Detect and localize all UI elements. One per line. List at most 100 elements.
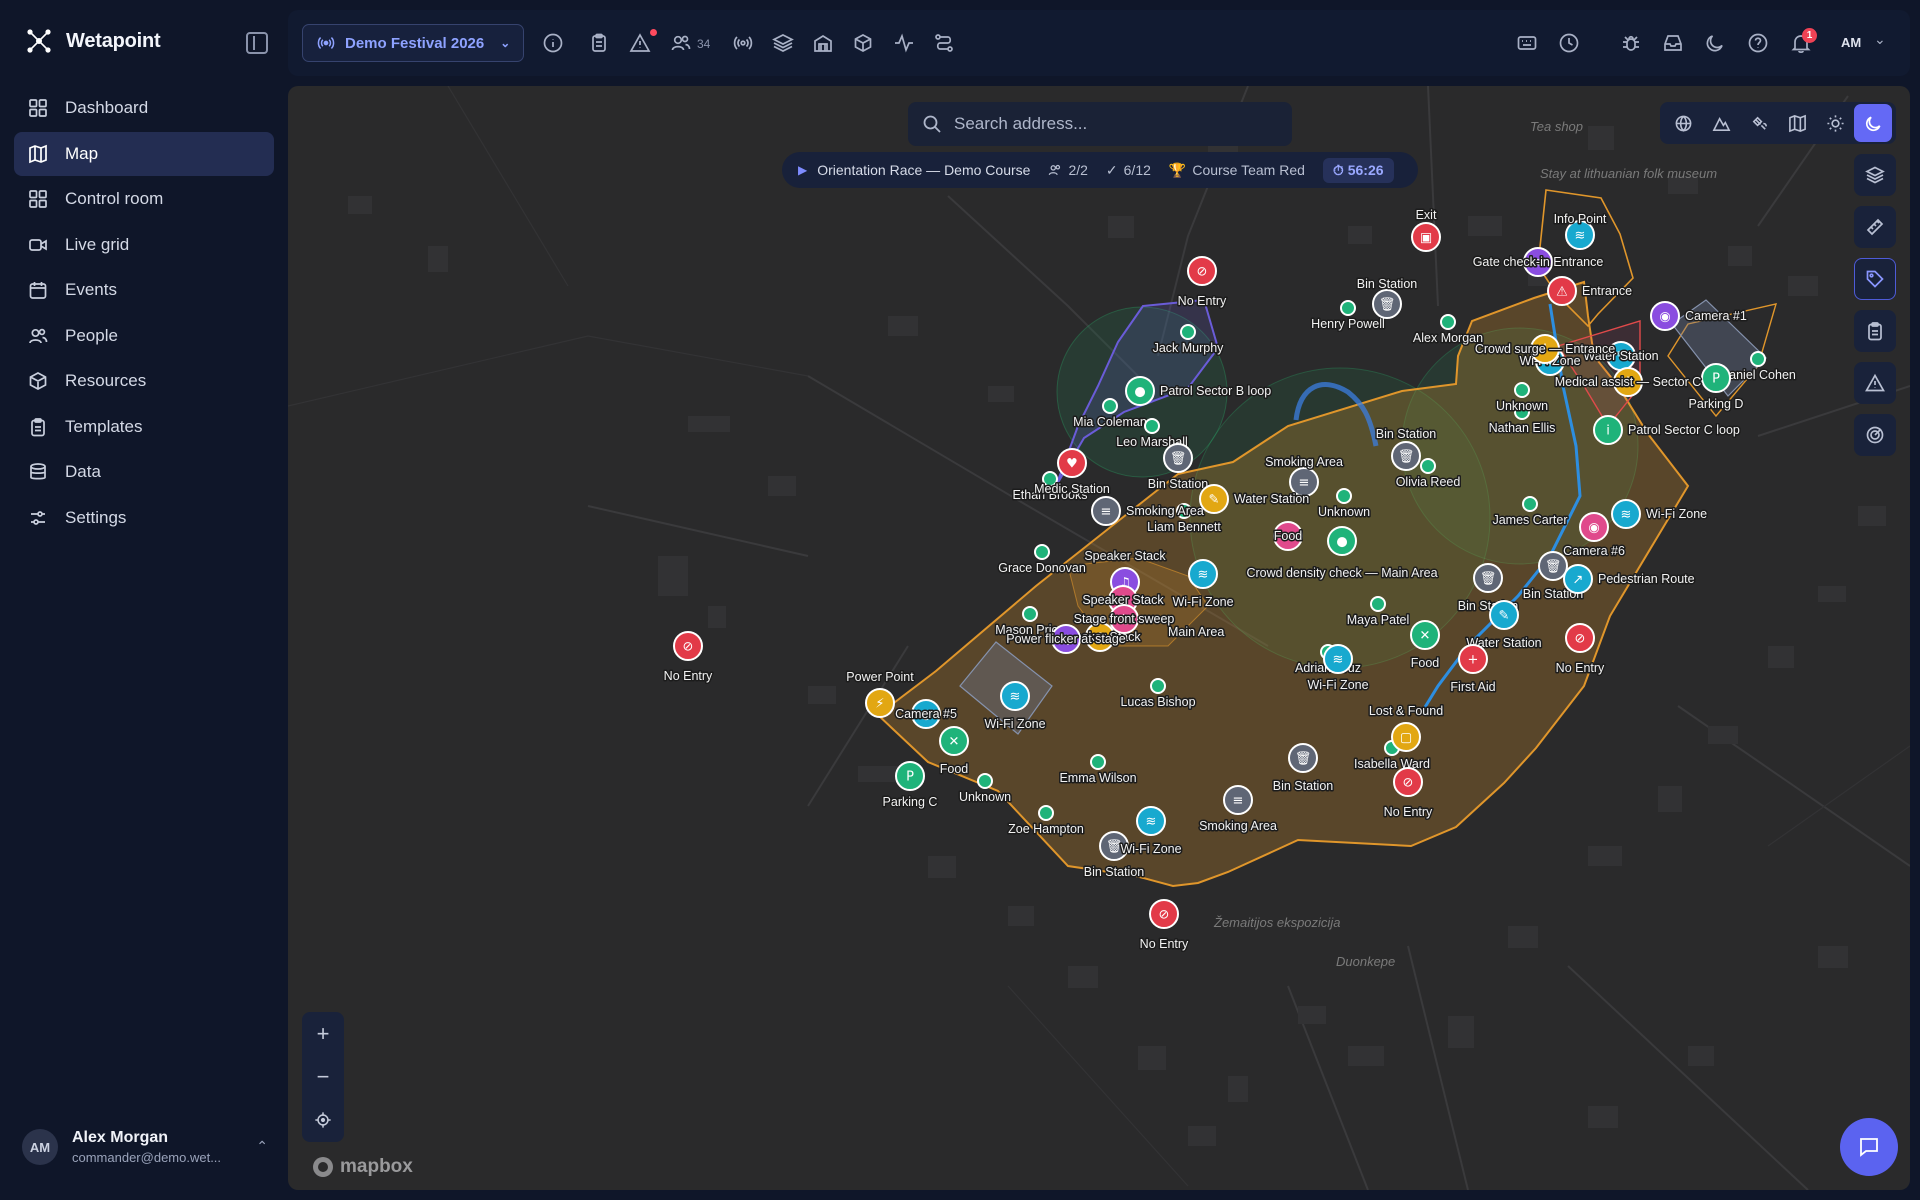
sidebar-item-events[interactable]: Events xyxy=(14,268,274,312)
building-icon[interactable] xyxy=(812,32,834,54)
info-icon[interactable] xyxy=(542,32,564,54)
sun-icon[interactable] xyxy=(1816,104,1854,142)
layers-icon[interactable] xyxy=(772,32,794,54)
map-marker-no-entry[interactable]: ⊘ No Entry xyxy=(1138,899,1191,953)
globe-icon[interactable] xyxy=(1664,104,1702,142)
person-dot[interactable] xyxy=(1022,606,1038,622)
play-icon[interactable]: ▶ xyxy=(798,163,807,177)
map-canvas[interactable]: Tea shop Stay at lithuanian folk museum … xyxy=(288,86,1910,1190)
person-dot[interactable] xyxy=(1180,324,1196,340)
race-status-bar[interactable]: ▶ Orientation Race — Demo Course 2/2 ✓ 6… xyxy=(782,152,1418,188)
person-dot[interactable] xyxy=(1144,418,1160,434)
sidebar-item-label: Map xyxy=(65,143,99,163)
control-room-icon xyxy=(28,189,48,209)
bug-icon[interactable] xyxy=(1620,32,1642,54)
sidebar-item-control-room[interactable]: Control room xyxy=(14,177,274,221)
map-view-icon[interactable] xyxy=(1778,104,1816,142)
person-dot[interactable] xyxy=(1340,300,1356,316)
warning-icon[interactable] xyxy=(629,32,651,54)
zoom-out-button[interactable]: − xyxy=(302,1055,344,1098)
brand[interactable]: Wetapoint xyxy=(26,28,161,54)
parking-glyph: P xyxy=(1712,372,1720,387)
bin-glyph: 🗑 xyxy=(1545,559,1562,575)
map-marker-no-entry[interactable]: ⊘ No Entry xyxy=(1176,256,1229,310)
map-marker-wifi[interactable]: ≋Gate check-in Entrance xyxy=(1471,247,1605,277)
package-icon[interactable] xyxy=(852,32,874,54)
map-marker-bin[interactable]: 🗑 Bin Station xyxy=(1355,276,1419,319)
inbox-icon[interactable] xyxy=(1662,32,1684,54)
camera-glyph: ◉ xyxy=(1588,521,1599,536)
person-dot[interactable] xyxy=(1102,398,1118,414)
map-marker-wifi[interactable]: ≋ Info Point xyxy=(1552,211,1608,250)
marker-label: Lost & Found xyxy=(1369,704,1443,718)
tag-icon[interactable] xyxy=(1854,258,1896,300)
person-dot[interactable] xyxy=(1336,488,1352,504)
terrain-icon[interactable] xyxy=(1702,104,1740,142)
clock-icon[interactable] xyxy=(1558,32,1580,54)
map-marker-no-entry[interactable]: ⊘ No Entry xyxy=(662,631,715,685)
person-dot[interactable] xyxy=(1034,544,1050,560)
map-marker-warning[interactable]: ⚠ Entrance xyxy=(1547,276,1634,306)
clipboard-icon[interactable] xyxy=(588,32,610,54)
sidebar-item-resources[interactable]: Resources xyxy=(14,359,274,403)
person-dot[interactable] xyxy=(1038,805,1054,821)
map-style-controls xyxy=(1660,102,1896,144)
sidebar-item-live-grid[interactable]: Live grid xyxy=(14,223,274,267)
activity-icon[interactable] xyxy=(893,32,915,54)
map-marker-exit[interactable]: ▣ Exit xyxy=(1411,207,1441,252)
map-marker-food[interactable]: ✕Food xyxy=(1272,521,1304,551)
collapse-sidebar-icon[interactable] xyxy=(246,32,268,54)
moon-icon[interactable] xyxy=(1704,32,1726,54)
user-avatar-initials[interactable]: AM xyxy=(1841,35,1861,50)
wetapoint-logo-icon xyxy=(27,29,51,53)
person-dot[interactable] xyxy=(1090,754,1106,770)
person-dot[interactable] xyxy=(1440,314,1456,330)
sidebar-item-people[interactable]: People xyxy=(14,314,274,358)
ruler-icon[interactable] xyxy=(1854,206,1896,248)
sidebar-item-dashboard[interactable]: Dashboard xyxy=(14,86,274,130)
keyboard-icon[interactable] xyxy=(1516,32,1538,54)
person-dot[interactable] xyxy=(1150,678,1166,694)
sidebar-item-templates[interactable]: Templates xyxy=(14,405,274,449)
people-icon[interactable] xyxy=(670,32,692,54)
moon-icon[interactable] xyxy=(1854,104,1892,142)
map-marker-food[interactable]: ✕Food xyxy=(1409,620,1441,672)
locate-button[interactable] xyxy=(302,1098,344,1141)
wifi-glyph: ≋ xyxy=(1010,690,1021,705)
sidebar-item-map[interactable]: Map xyxy=(14,131,274,176)
sidebar-item-data[interactable]: Data xyxy=(14,450,274,494)
zoom-in-button[interactable]: + xyxy=(302,1012,344,1055)
route-icon[interactable] xyxy=(933,32,955,54)
person-dot[interactable] xyxy=(1750,351,1766,367)
map-marker-info[interactable]: i Patrol Sector C loop xyxy=(1593,415,1741,445)
box-glyph: ▢ xyxy=(1400,731,1412,746)
chat-button[interactable] xyxy=(1840,1118,1898,1176)
map-marker-food[interactable]: ✕Food xyxy=(938,726,970,778)
person-dot[interactable] xyxy=(1370,596,1386,612)
chevron-down-icon[interactable]: ⌄ xyxy=(1874,31,1886,48)
person-dot[interactable] xyxy=(977,773,993,789)
warning-icon[interactable] xyxy=(1854,362,1896,404)
people-count: 34 xyxy=(697,37,711,51)
clipboard-icon[interactable] xyxy=(1854,310,1896,352)
user-menu[interactable]: AM Alex Morgan commander@demo.wet... ⌃ xyxy=(22,1122,272,1172)
marker-label: Camera #5 xyxy=(895,707,957,721)
festival-selector[interactable]: Demo Festival 2026 ⌄ xyxy=(302,24,524,62)
broadcast-icon[interactable] xyxy=(732,32,754,54)
marker-label: Pedestrian Route xyxy=(1598,572,1695,586)
person-dot[interactable] xyxy=(1522,496,1538,512)
water-glyph: ✎ xyxy=(1499,609,1510,624)
help-icon[interactable] xyxy=(1747,32,1769,54)
person-label: Unknown xyxy=(1496,399,1548,413)
pin-glyph: ● xyxy=(1336,535,1347,550)
person-dot[interactable] xyxy=(1514,382,1530,398)
satellite-icon[interactable] xyxy=(1740,104,1778,142)
smoke-glyph: ≡ xyxy=(1299,476,1310,491)
notification-badge: 1 xyxy=(1802,28,1817,43)
address-search[interactable]: Search address... xyxy=(908,102,1292,146)
sidebar-item-settings[interactable]: Settings xyxy=(14,496,274,540)
radar-icon[interactable] xyxy=(1854,414,1896,456)
marker-label: Bin Station xyxy=(1148,477,1209,491)
person-dot[interactable] xyxy=(1420,458,1436,474)
layers-icon[interactable] xyxy=(1854,154,1896,196)
